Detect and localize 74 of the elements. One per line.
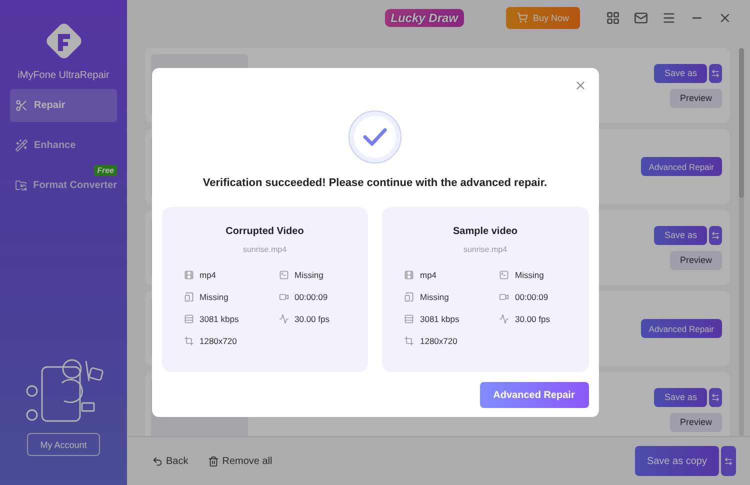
save-as-button[interactable]: Save as xyxy=(654,64,707,82)
cart-icon xyxy=(516,12,528,23)
swap-icon xyxy=(711,68,720,78)
terminal-icon xyxy=(278,270,288,280)
swap-button[interactable] xyxy=(709,64,722,82)
spec-value: 1280x720 xyxy=(420,335,458,347)
promo-banner[interactable]: Lucky Draw xyxy=(384,8,464,26)
bars-icon xyxy=(184,314,194,324)
folder-icon xyxy=(15,179,28,192)
spec-value: 3081 kbps xyxy=(420,313,460,325)
preview-button[interactable]: Preview xyxy=(670,412,722,432)
tablet-icon xyxy=(404,292,414,302)
spec-value: 30.00 fps xyxy=(294,313,330,325)
file-name: sunrise.mp4 xyxy=(463,245,508,254)
spec-value: 00:00:09 xyxy=(515,291,548,303)
preview-button[interactable]: Preview xyxy=(670,250,722,270)
back-button[interactable]: Back xyxy=(152,456,188,466)
swap-icon xyxy=(711,230,720,240)
swap-button[interactable] xyxy=(709,388,722,406)
video-icon xyxy=(499,292,509,302)
nav-label: Repair xyxy=(34,100,66,111)
film-icon xyxy=(404,270,414,280)
tools-icon xyxy=(15,99,28,112)
wave-icon xyxy=(499,314,509,324)
scrollbar[interactable] xyxy=(739,48,744,436)
swap-icon xyxy=(711,392,720,402)
spec-value: 00:00:09 xyxy=(294,291,328,303)
swap-button[interactable] xyxy=(721,446,736,476)
crop-icon xyxy=(184,336,194,346)
bars-icon xyxy=(404,314,414,324)
trash-icon xyxy=(208,456,220,466)
app-name: iMyFone UltraRepair xyxy=(18,70,110,81)
grid-icon[interactable] xyxy=(606,10,620,24)
advanced-repair-button[interactable]: Advanced Repair xyxy=(640,157,722,176)
save-as-button[interactable]: Save as xyxy=(654,226,707,244)
spec-value: Missing xyxy=(200,291,228,303)
spec-value: mp4 xyxy=(200,269,216,281)
success-message: Verification succeeded! Please continue with the advanced repair. xyxy=(202,177,548,189)
panel-title: Corrupted Video xyxy=(226,226,304,237)
video-icon xyxy=(278,292,288,302)
spec-value: Missing xyxy=(294,269,324,281)
spec-value: 30.00 fps xyxy=(515,313,550,325)
film-icon xyxy=(184,270,194,280)
nav-label: Enhance xyxy=(34,140,76,151)
wave-icon xyxy=(278,314,288,324)
crop-icon xyxy=(404,336,414,346)
spec-value: Missing xyxy=(420,291,449,303)
swap-button[interactable] xyxy=(709,226,722,244)
nav-label: Format Converter xyxy=(33,180,117,191)
panel-title: Sample video xyxy=(453,226,518,237)
free-badge: Free xyxy=(94,165,117,176)
preview-button[interactable]: Preview xyxy=(670,88,722,108)
tablet-icon xyxy=(184,292,194,302)
file-name: sunrise.mp4 xyxy=(242,245,287,254)
spec-value: 3081 kbps xyxy=(200,313,239,325)
spec-value: Missing xyxy=(515,269,544,281)
spec-value: mp4 xyxy=(420,269,437,281)
save-as-button[interactable]: Save as xyxy=(654,388,707,406)
success-check-icon xyxy=(348,110,402,164)
mail-icon[interactable] xyxy=(634,10,648,24)
buy-button[interactable]: Buy Now xyxy=(506,6,580,28)
terminal-icon xyxy=(499,270,509,280)
swap-icon xyxy=(724,456,733,466)
nav-item[interactable]: Enhance xyxy=(10,129,117,162)
save-as-copy-button[interactable]: Save as copy xyxy=(634,446,719,476)
close-icon[interactable] xyxy=(574,79,586,92)
wand-icon xyxy=(15,139,28,152)
advanced-repair-button[interactable]: Advanced Repair xyxy=(640,319,722,338)
spec-value: 1280x720 xyxy=(200,335,237,347)
remove-all-button[interactable]: Remove all xyxy=(208,456,272,466)
menu-icon[interactable] xyxy=(662,10,676,24)
advanced-repair-button[interactable]: Advanced Repair xyxy=(480,382,588,408)
account-button[interactable]: My Account xyxy=(27,433,100,456)
undo-icon xyxy=(152,456,163,466)
